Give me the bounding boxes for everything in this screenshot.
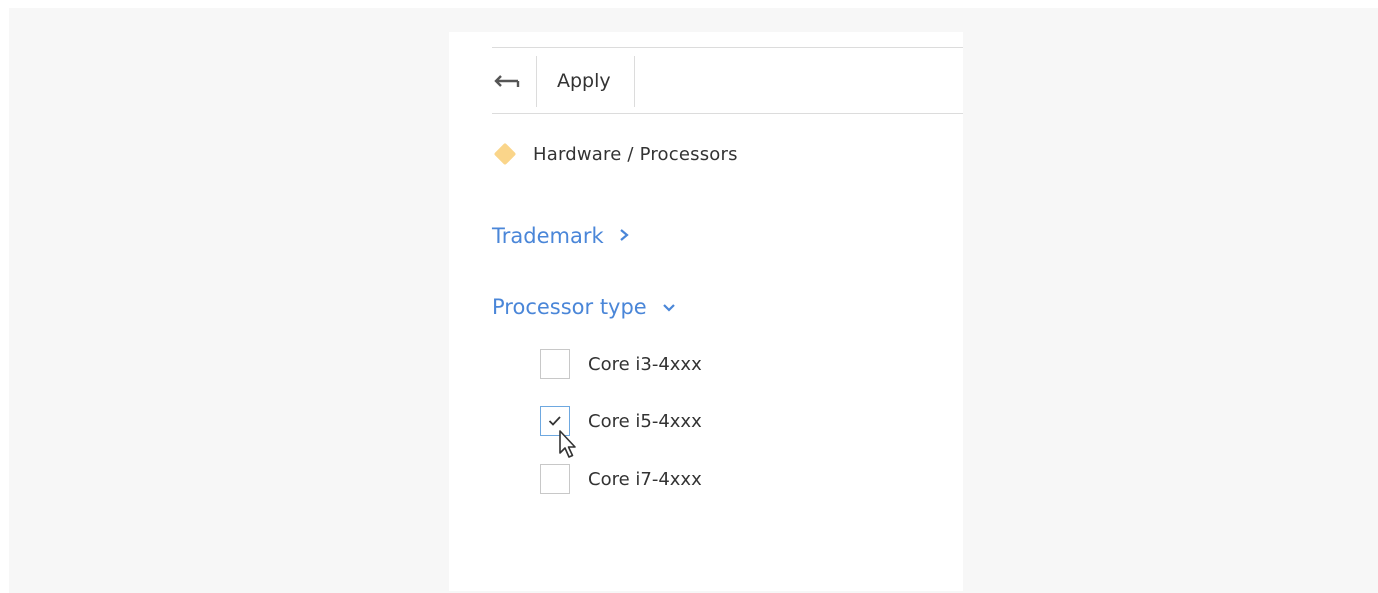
section-label: Trademark bbox=[492, 224, 604, 248]
option-core-i5[interactable]: Core i5-4xxx bbox=[540, 405, 702, 437]
apply-button[interactable]: Apply bbox=[537, 56, 635, 107]
breadcrumb-text: Hardware / Processors bbox=[533, 143, 738, 165]
option-label: Core i3-4xxx bbox=[588, 353, 702, 375]
back-button[interactable] bbox=[492, 56, 537, 107]
section-trademark[interactable]: Trademark bbox=[492, 221, 630, 251]
diamond-icon bbox=[493, 142, 517, 166]
toolbar: Apply bbox=[492, 47, 963, 114]
checkbox[interactable] bbox=[540, 464, 570, 494]
breadcrumb: Hardware / Processors bbox=[493, 141, 738, 167]
option-label: Core i5-4xxx bbox=[588, 410, 702, 432]
page-background: Apply Hardware / Processors Trademark Pr… bbox=[9, 8, 1378, 593]
section-processor-type[interactable]: Processor type bbox=[492, 292, 677, 322]
section-label: Processor type bbox=[492, 295, 647, 319]
checkbox[interactable] bbox=[540, 406, 570, 436]
option-core-i3[interactable]: Core i3-4xxx bbox=[540, 348, 702, 380]
checkbox[interactable] bbox=[540, 349, 570, 379]
checkmark-icon bbox=[548, 416, 561, 426]
back-arrow-icon bbox=[494, 75, 520, 87]
chevron-right-icon bbox=[618, 224, 630, 248]
option-label: Core i7-4xxx bbox=[588, 468, 702, 490]
option-core-i7[interactable]: Core i7-4xxx bbox=[540, 463, 702, 495]
chevron-down-icon bbox=[661, 295, 677, 319]
filter-panel: Apply Hardware / Processors Trademark Pr… bbox=[449, 32, 963, 591]
